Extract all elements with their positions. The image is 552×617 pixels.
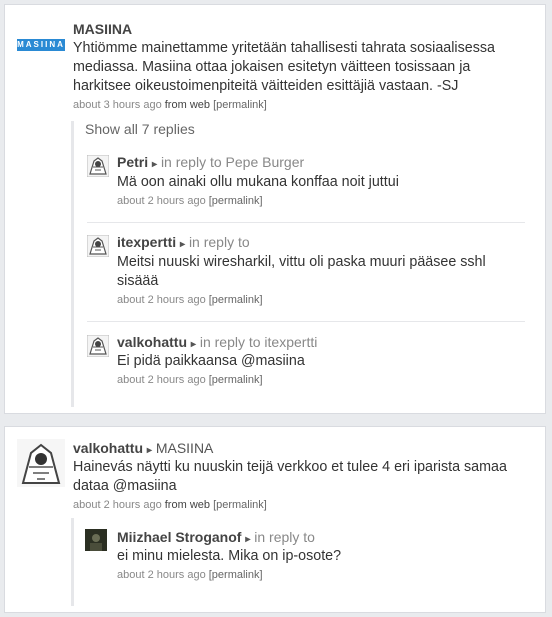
reply-avatar[interactable] [86, 334, 110, 358]
reply-arrow-icon: ▸ [245, 534, 251, 545]
status-text: Hainevás näytti ku nuuskin teijä verkkoo… [73, 459, 507, 494]
reply-arrow-icon: ▸ [152, 159, 158, 170]
timestamp-link[interactable]: about 2 hours ago [73, 499, 162, 511]
from-label: from [164, 99, 187, 111]
show-all-replies-link[interactable]: Show all 7 replies [85, 121, 195, 137]
in-reply-to-label: in reply to [254, 529, 315, 545]
reply-avatar[interactable] [86, 234, 110, 258]
in-reply-to-target[interactable]: Pepe Burger [226, 154, 305, 170]
hacker-avatar-icon [86, 154, 110, 178]
reply-meta: about 2 hours ago [permalink] [117, 374, 263, 386]
author-name[interactable]: valkohattu [73, 440, 143, 456]
reply-permalink[interactable]: [permalink] [209, 294, 263, 306]
reply-meta: about 2 hours ago [permalink] [117, 294, 263, 306]
reply-text: ei minu mielesta. Mika on ip-osote? [117, 548, 342, 564]
status-card-masiina: MASIINA MASIINA Yhtiömme mainettamme yri… [4, 4, 546, 414]
status-card-valkohattu: valkohattu ▸ MASIINA Hainevás näytti ku … [4, 426, 546, 613]
in-reply-to-label: in reply to [188, 234, 250, 250]
status-text: Yhtiömme mainettamme yritetään tahallise… [73, 40, 495, 94]
hacker-avatar-icon [86, 234, 110, 258]
reply-author[interactable]: Miizhael Stroganof [117, 529, 241, 545]
in-reply-to-target[interactable]: MASIINA [156, 440, 214, 456]
author-name[interactable]: MASIINA [73, 21, 132, 37]
status-meta: about 2 hours ago from web [permalink] [73, 499, 267, 511]
reply-author[interactable]: itexpertti [117, 234, 176, 250]
reply-timestamp[interactable]: about 2 hours ago [117, 195, 206, 207]
timestamp-link[interactable]: about 3 hours ago [73, 99, 162, 111]
from-label: from [164, 499, 187, 511]
reply-arrow-icon: ▸ [146, 445, 152, 456]
reply-text: Mä oon ainaki ollu mukana konffaa noit j… [117, 174, 399, 190]
reply-permalink[interactable]: [permalink] [209, 569, 263, 581]
in-reply-to-label: in reply to [199, 334, 261, 350]
reply-author[interactable]: Petri [117, 154, 148, 170]
permalink-link[interactable]: [permalink] [213, 99, 267, 111]
reply-author[interactable]: valkohattu [117, 334, 187, 350]
masiina-logo-text: MASIINA [17, 39, 65, 51]
reply-arrow-icon: ▸ [180, 239, 186, 250]
masiina-logo-avatar[interactable]: MASIINA [17, 35, 65, 55]
reply-header: Miizhael Stroganof ▸ in reply to [117, 529, 315, 545]
reply-divider [87, 321, 525, 322]
reply-timestamp[interactable]: about 2 hours ago [117, 294, 206, 306]
hacker-avatar-icon [86, 334, 110, 358]
in-reply-to-target[interactable]: itexpertti [264, 334, 317, 350]
reply-avatar[interactable] [85, 529, 107, 551]
author-avatar[interactable] [17, 439, 65, 487]
reply-permalink[interactable]: [permalink] [209, 195, 263, 207]
author-name-text[interactable]: MASIINA [73, 21, 132, 37]
reply-timestamp[interactable]: about 2 hours ago [117, 569, 206, 581]
source-link[interactable]: web [190, 499, 210, 511]
reply-divider [87, 222, 525, 223]
photo-avatar-icon [85, 529, 107, 551]
reply-header: itexpertti ▸ in reply to [117, 234, 250, 250]
reply-text: Ei pidä paikkaansa @masiina [117, 353, 305, 369]
reply-header: valkohattu ▸ in reply to itexpertti [117, 334, 317, 350]
in-reply-to-label: in reply to [160, 154, 222, 170]
source-link[interactable]: web [190, 99, 210, 111]
status-meta: about 3 hours ago from web [permalink] [73, 99, 267, 111]
reply-meta: about 2 hours ago [permalink] [117, 569, 263, 581]
reply-avatar[interactable] [86, 154, 110, 178]
reply-meta: about 2 hours ago [permalink] [117, 195, 263, 207]
permalink-link[interactable]: [permalink] [213, 499, 267, 511]
hacker-avatar-icon [17, 439, 65, 487]
status-header: valkohattu ▸ MASIINA [73, 440, 213, 456]
reply-header: Petri ▸ in reply to Pepe Burger [117, 154, 304, 170]
reply-timestamp[interactable]: about 2 hours ago [117, 374, 206, 386]
reply-text: Meitsi nuuski wiresharkil, vittu oli pas… [117, 254, 486, 289]
reply-permalink[interactable]: [permalink] [209, 374, 263, 386]
reply-arrow-icon: ▸ [190, 339, 196, 350]
